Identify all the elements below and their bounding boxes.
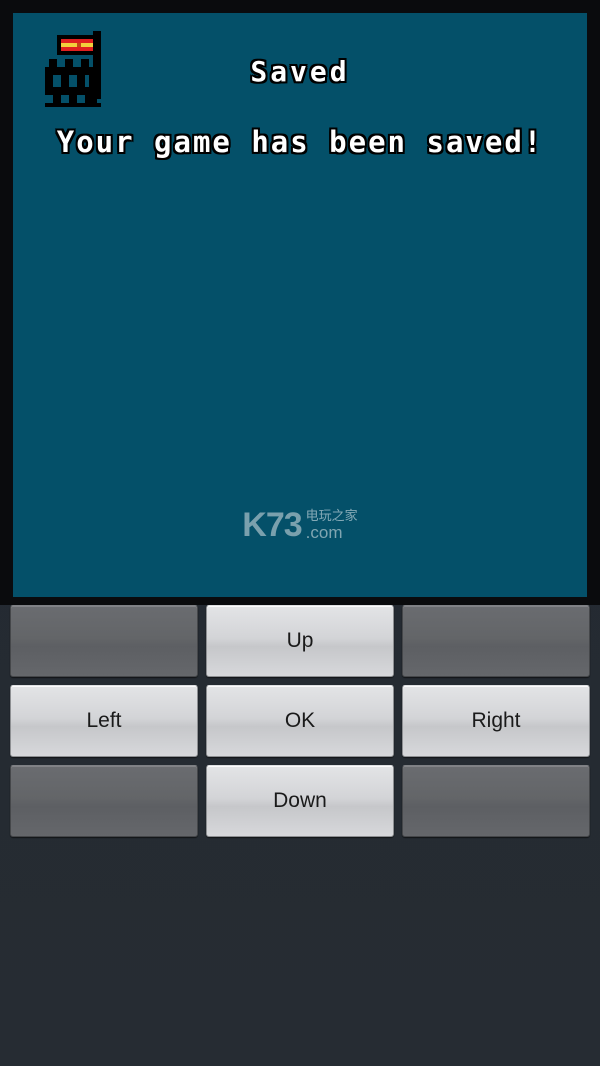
site-watermark: K73 电玩之家 .com — [13, 508, 587, 542]
dpad-left-button[interactable]: Left — [10, 685, 198, 757]
dialog-message: Your game has been saved! — [56, 125, 544, 159]
dialog-title: Saved — [250, 55, 350, 88]
game-viewport-frame: Saved Your game has been saved! K73 电玩之家… — [0, 0, 600, 605]
dpad-row: Left OK Right — [0, 685, 600, 757]
dpad-right-button[interactable]: Right — [402, 685, 590, 757]
device-screen: Saved Your game has been saved! K73 电玩之家… — [0, 0, 600, 1066]
dpad-controls: Up Left OK Right Down — [0, 605, 600, 845]
watermark-chinese-text: 电玩之家 — [305, 508, 358, 524]
dpad-blank-bottom-right — [402, 765, 590, 837]
game-dialog-panel: Saved Your game has been saved! K73 电玩之家… — [13, 13, 587, 597]
dpad-down-button[interactable]: Down — [206, 765, 394, 837]
dpad-up-button[interactable]: Up — [206, 605, 394, 677]
dpad-row: Down — [0, 765, 600, 837]
dpad-blank-top-right — [402, 605, 590, 677]
dpad-ok-button[interactable]: OK — [206, 685, 394, 757]
watermark-secondary: 电玩之家 .com — [306, 510, 358, 541]
dpad-blank-bottom-left — [10, 765, 198, 837]
watermark-domain: .com — [305, 522, 343, 542]
dpad-row: Up — [0, 605, 600, 677]
watermark-brand: K73 — [242, 506, 302, 544]
dpad-blank-top-left — [10, 605, 198, 677]
